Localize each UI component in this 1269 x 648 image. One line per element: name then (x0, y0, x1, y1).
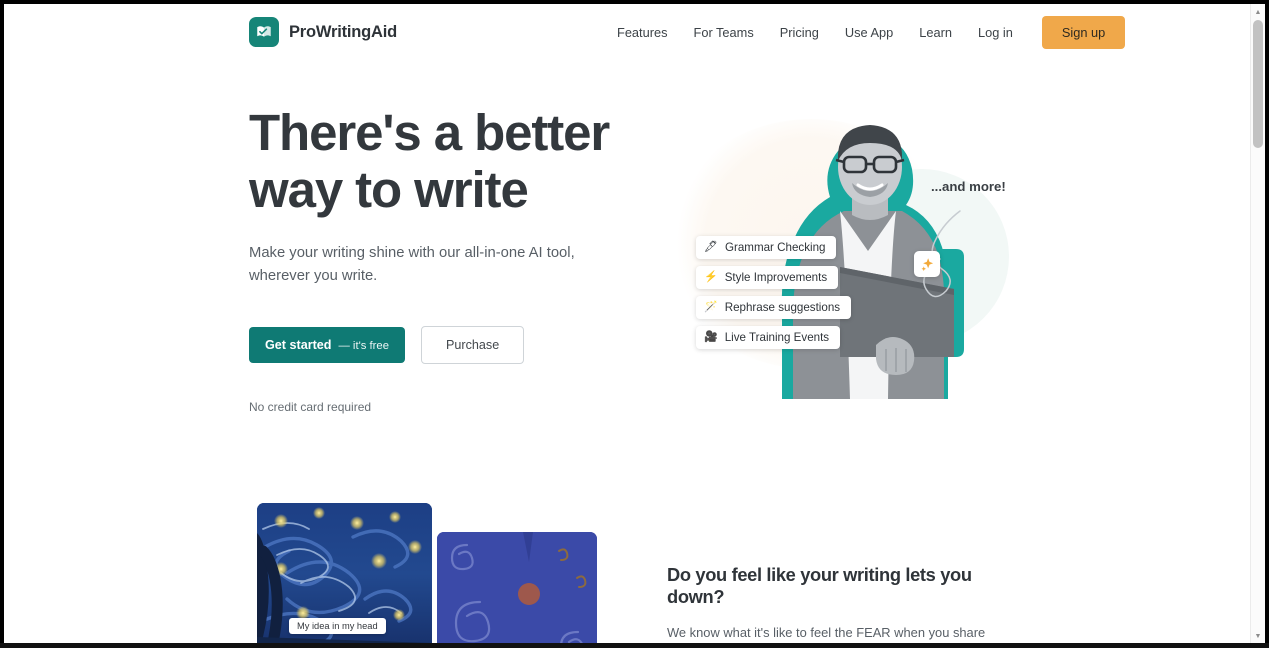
magic-wand-icon: 🪄 (704, 301, 718, 313)
feature-pill-label: Style Improvements (724, 271, 828, 284)
main-navigation: Features For Teams Pricing Use App Learn… (604, 4, 1126, 61)
page-viewport: ProWritingAid Features For Teams Pricing… (4, 4, 1254, 645)
feature-pill-style-improvements: ⚡ Style Improvements (696, 266, 839, 289)
feature-pill-live-training-events: 🎥 Live Training Events (696, 326, 841, 349)
hero-illustration: ...and more! 🖋 Grammar Checking ⚡ Style … (654, 99, 1024, 399)
idea-caption: My idea in my head (289, 618, 386, 634)
hero-copy: There's a better way to write Make your … (249, 104, 649, 414)
brand-logo[interactable]: ProWritingAid (249, 17, 397, 47)
scrollbar-thumb[interactable] (1253, 20, 1263, 148)
section-title: Do you feel like your writing lets you d… (667, 564, 972, 607)
section-paragraph: We know what it's like to feel the FEAR … (667, 625, 986, 640)
no-credit-card-note: No credit card required (249, 400, 372, 414)
video-camera-icon: 🎥 (704, 331, 718, 343)
get-started-label: Get started (265, 338, 332, 352)
feature-pill-grammar-checking: 🖋 Grammar Checking (696, 236, 837, 259)
feature-pill-rephrase-suggestions: 🪄 Rephrase suggestions (696, 296, 852, 319)
section-copy: Do you feel like your writing lets you d… (667, 564, 1012, 645)
feature-pill-label: Grammar Checking (724, 241, 826, 254)
nav-link-use-app[interactable]: Use App (832, 19, 906, 46)
hero-cta-group: Get started — it's free Purchase (249, 326, 649, 364)
site-header: ProWritingAid Features For Teams Pricing… (4, 4, 1254, 61)
sparkles-icon (914, 251, 940, 277)
sign-up-button[interactable]: Sign up (1041, 16, 1126, 49)
feature-pill-label: Live Training Events (724, 331, 830, 344)
simplified-blue-sketch (437, 532, 597, 645)
scroll-up-arrow-icon[interactable]: ▲ (1251, 5, 1265, 19)
nav-link-for-teams[interactable]: For Teams (681, 19, 767, 46)
browser-window: ProWritingAid Features For Teams Pricing… (4, 4, 1265, 645)
window-bottom-edge (0, 643, 1269, 648)
nav-link-learn[interactable]: Learn (906, 19, 965, 46)
page-title: There's a better way to write (249, 104, 610, 218)
scroll-down-arrow-icon[interactable]: ▼ (1251, 629, 1265, 643)
lightning-bolt-icon: ⚡ (704, 271, 718, 283)
and-more-label: ...and more! (931, 179, 1006, 194)
nav-link-log-in[interactable]: Log in (965, 19, 1026, 46)
feature-pill-label: Rephrase suggestions (724, 301, 841, 314)
nav-link-pricing[interactable]: Pricing (767, 19, 832, 46)
get-started-button[interactable]: Get started — it's free (249, 327, 405, 363)
get-started-free-label: — it's free (338, 340, 390, 352)
nav-link-features[interactable]: Features (604, 19, 681, 46)
brand-name: ProWritingAid (289, 22, 398, 41)
purchase-button[interactable]: Purchase (421, 326, 525, 364)
vertical-scrollbar[interactable]: ▲ ▼ (1250, 4, 1265, 645)
hero-subtitle: Make your writing shine with our all-in-… (249, 245, 575, 284)
feather-pen-icon: 🖋 (704, 241, 718, 253)
book-check-icon (249, 17, 279, 47)
writing-comparison-illustration: My idea in my head (249, 499, 609, 645)
